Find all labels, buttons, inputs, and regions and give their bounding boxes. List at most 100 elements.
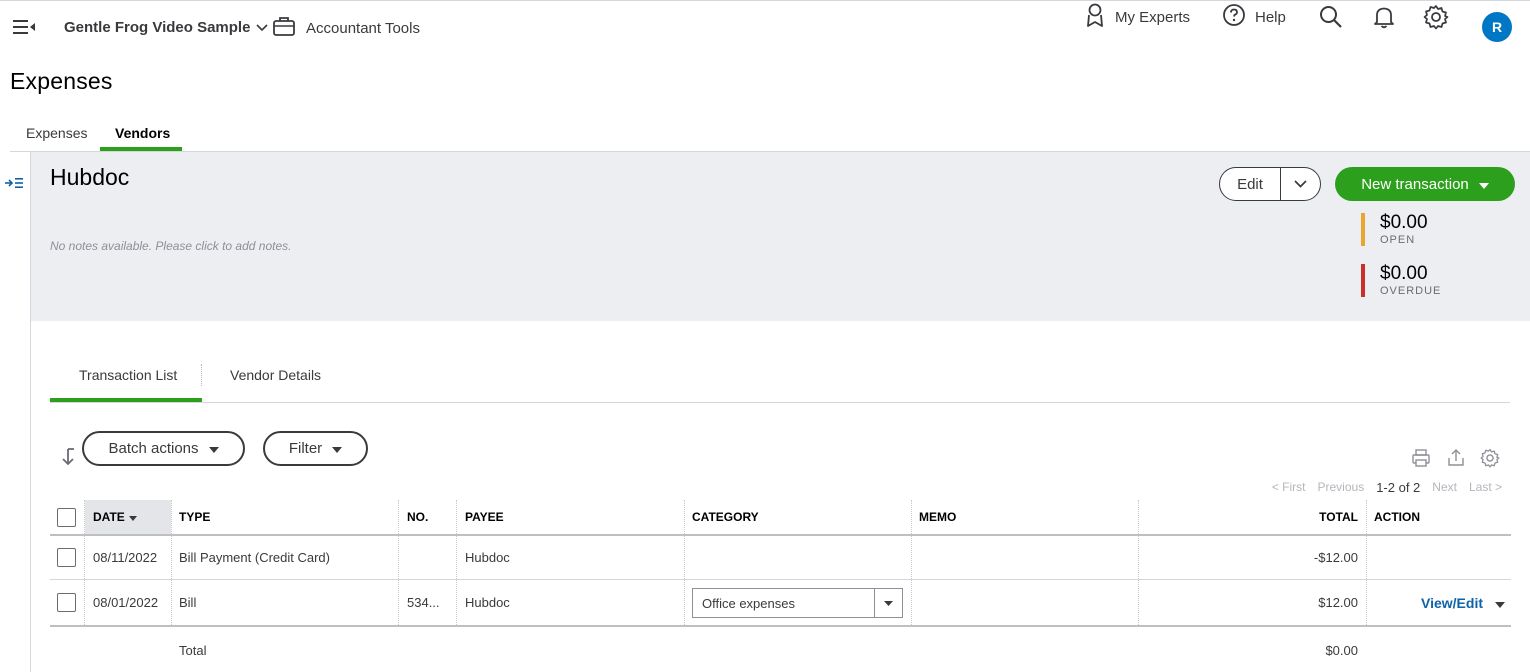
- sort-arrow-icon[interactable]: [60, 447, 78, 467]
- row-total: $12.00: [1318, 595, 1358, 610]
- select-all-checkbox[interactable]: [57, 507, 76, 527]
- view-edit-link[interactable]: View/Edit: [1421, 595, 1483, 611]
- select-all-cell: [50, 500, 84, 534]
- pager-next[interactable]: Next: [1432, 480, 1457, 495]
- vendor-name: Hubdoc: [50, 164, 130, 190]
- total-header[interactable]: TOTAL: [1138, 500, 1366, 534]
- row-checkbox[interactable]: [57, 593, 76, 612]
- action-header: ACTION: [1374, 510, 1420, 524]
- help-label: Help: [1255, 8, 1286, 26]
- total-label: Total: [179, 642, 207, 658]
- new-transaction-label: New transaction: [1361, 175, 1469, 193]
- table-row[interactable]: 08/11/2022 Bill Payment (Credit Card) Hu…: [50, 536, 1511, 580]
- row-no: [399, 536, 457, 579]
- no-header[interactable]: NO.: [399, 500, 457, 534]
- tab-vendor-details[interactable]: Vendor Details: [230, 367, 321, 383]
- pager-first[interactable]: < First: [1272, 480, 1306, 495]
- type-header[interactable]: TYPE: [171, 500, 399, 534]
- edit-dropdown-button[interactable]: [1281, 168, 1320, 200]
- help-button[interactable]: Help: [1222, 1, 1286, 33]
- chevron-down-icon: [1294, 175, 1307, 193]
- overdue-label: OVERDUE: [1380, 285, 1442, 297]
- caret-down-icon[interactable]: [1495, 595, 1505, 611]
- view-edit-action[interactable]: View/Edit: [1421, 580, 1505, 625]
- open-indicator-bar: [1361, 213, 1365, 246]
- payee-header[interactable]: PAYEE: [457, 500, 684, 534]
- caret-down-icon[interactable]: [874, 589, 902, 617]
- row-type: Bill Payment (Credit Card): [179, 550, 330, 565]
- page-title: Expenses: [10, 68, 113, 94]
- caret-down-icon: [1478, 176, 1489, 193]
- batch-actions-button[interactable]: Batch actions: [82, 431, 245, 466]
- briefcase-icon: [272, 15, 296, 41]
- memo-header[interactable]: MEMO: [911, 500, 1138, 534]
- chevron-down-icon: [256, 19, 269, 36]
- active-subtab-indicator: [50, 398, 202, 402]
- table-header-row: DATE TYPE NO. PAYEE CATEGORY MEMO TOTAL …: [50, 500, 1511, 536]
- date-header-label: DATE: [93, 510, 125, 524]
- export-icon[interactable]: [1446, 448, 1466, 473]
- row-select-cell: [50, 580, 84, 625]
- company-switcher[interactable]: Gentle Frog Video Sample: [64, 19, 269, 36]
- vendor-subtabs: Transaction List Vendor Details: [50, 356, 1510, 403]
- pager-range: 1-2 of 2: [1376, 480, 1421, 495]
- page-tabs: Expenses Vendors: [10, 120, 1530, 152]
- print-icon[interactable]: [1411, 448, 1431, 473]
- pager-previous[interactable]: Previous: [1318, 480, 1365, 495]
- filter-button[interactable]: Filter: [263, 431, 368, 466]
- top-bar: Gentle Frog Video Sample Accountant Tool…: [0, 0, 1530, 52]
- edit-button[interactable]: Edit: [1220, 168, 1281, 200]
- row-date: 08/01/2022: [93, 595, 159, 610]
- caret-down-icon: [332, 440, 343, 457]
- row-payee: Hubdoc: [465, 550, 510, 565]
- expert-icon: [1084, 2, 1106, 32]
- accountant-tools-button[interactable]: Accountant Tools: [272, 15, 420, 41]
- row-date: 08/11/2022: [93, 550, 158, 565]
- vendor-notes[interactable]: No notes available. Please click to add …: [50, 239, 291, 253]
- table-total-row: Total $0.00: [50, 628, 1511, 672]
- total-value: $0.00: [1325, 642, 1358, 658]
- category-select[interactable]: Office expenses: [692, 588, 903, 618]
- open-label: OPEN: [1380, 234, 1416, 246]
- row-select-cell: [50, 536, 84, 579]
- overdue-balance: $0.00 OVERDUE: [1361, 264, 1441, 297]
- sort-desc-icon: [128, 510, 137, 524]
- my-experts-button[interactable]: My Experts: [1084, 1, 1190, 33]
- new-transaction-button[interactable]: New transaction: [1335, 167, 1515, 201]
- date-header[interactable]: DATE: [85, 500, 171, 534]
- open-balance: $0.00 OPEN: [1361, 213, 1428, 246]
- search-icon[interactable]: [1318, 1, 1344, 33]
- row-memo: [911, 580, 1138, 625]
- pager-last[interactable]: Last >: [1469, 480, 1502, 495]
- accountant-tools-label: Accountant Tools: [306, 19, 420, 37]
- active-tab-indicator: [100, 147, 182, 151]
- overdue-amount: $0.00: [1380, 263, 1428, 284]
- row-type: Bill: [179, 595, 197, 610]
- tab-expenses[interactable]: Expenses: [26, 125, 87, 150]
- table-settings-gear-icon[interactable]: [1480, 448, 1500, 473]
- row-checkbox[interactable]: [57, 548, 76, 567]
- company-name: Gentle Frog Video Sample: [64, 19, 251, 36]
- row-payee: Hubdoc: [465, 595, 510, 610]
- row-no: 534...: [407, 595, 440, 610]
- user-avatar[interactable]: R: [1482, 12, 1512, 42]
- my-experts-label: My Experts: [1115, 8, 1191, 26]
- row-total: -$12.00: [1313, 550, 1358, 565]
- vendor-header-panel: Hubdoc No notes available. Please click …: [31, 152, 1530, 321]
- tab-separator: [201, 364, 202, 386]
- category-header[interactable]: CATEGORY: [684, 500, 911, 534]
- gear-icon[interactable]: [1423, 1, 1449, 33]
- category-select-value: Office expenses: [702, 595, 795, 611]
- row-category: [684, 536, 911, 579]
- bell-icon[interactable]: [1372, 1, 1396, 33]
- help-icon: [1222, 3, 1246, 31]
- batch-actions-label: Batch actions: [108, 440, 199, 457]
- tab-transaction-list[interactable]: Transaction List: [79, 367, 177, 383]
- menu-collapse-icon[interactable]: [12, 17, 36, 37]
- expand-list-icon[interactable]: [4, 174, 24, 192]
- table-row[interactable]: 08/01/2022 Bill 534... Hubdoc Office exp…: [50, 580, 1511, 627]
- row-memo: [911, 536, 1138, 579]
- open-amount: $0.00: [1380, 212, 1428, 233]
- overdue-indicator-bar: [1361, 264, 1365, 297]
- filter-label: Filter: [288, 440, 323, 457]
